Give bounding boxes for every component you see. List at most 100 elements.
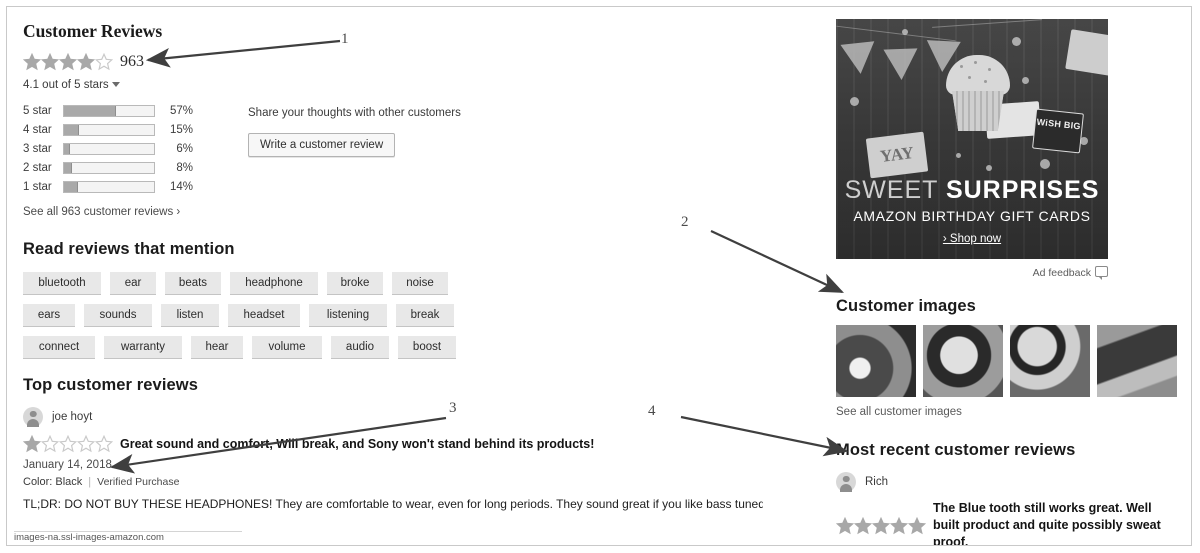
- speech-bubble-icon: [1095, 266, 1108, 280]
- ad-shop-now-link[interactable]: › Shop now: [836, 233, 1108, 245]
- mention-tag-row: bluetooth ear beats headphone broke noise: [23, 272, 823, 295]
- mention-tag[interactable]: warranty: [104, 336, 182, 359]
- mention-tag[interactable]: beats: [165, 272, 221, 295]
- recent-review-row[interactable]: The Blue tooth still works great. Well b…: [836, 500, 1181, 545]
- advertisement-banner[interactable]: WiSH BIG YAY SWEET SURPRISES AMAZON BIRT…: [836, 19, 1108, 259]
- histogram-bar-fill: [64, 106, 117, 116]
- customer-images-strip: [836, 325, 1181, 397]
- rating-summary-dropdown[interactable]: 4.1 out of 5 stars: [23, 79, 823, 91]
- ad-text-block: SWEET SURPRISES AMAZON BIRTHDAY GIFT CAR…: [836, 176, 1108, 245]
- sidebar-column: WiSH BIG YAY SWEET SURPRISES AMAZON BIRT…: [836, 19, 1181, 545]
- histogram-bar-fill: [64, 182, 78, 192]
- review-count[interactable]: 963: [120, 53, 144, 71]
- customer-image-thumbnail[interactable]: [923, 325, 1003, 397]
- ad-subhead: AMAZON BIRTHDAY GIFT CARDS: [853, 208, 1091, 224]
- histogram-label[interactable]: 3 star: [23, 143, 63, 155]
- overall-rating[interactable]: 963: [23, 51, 823, 73]
- review-author-row[interactable]: joe hoyt: [23, 407, 823, 427]
- histogram-bar-track[interactable]: [63, 162, 155, 174]
- mention-tag[interactable]: boost: [398, 336, 456, 359]
- page-title: Customer Reviews: [23, 21, 163, 41]
- status-bar-url: images-na.ssl-images-amazon.com: [14, 531, 242, 545]
- recent-reviews-heading: Most recent customer reviews: [836, 441, 1076, 459]
- histogram-row[interactable]: 4 star 15%: [23, 121, 201, 139]
- histogram-percent[interactable]: 15%: [155, 124, 193, 136]
- mention-tag[interactable]: headphone: [230, 272, 318, 295]
- histogram-percent[interactable]: 6%: [155, 143, 193, 155]
- review-date: January 14, 2018: [23, 459, 112, 471]
- histogram-row[interactable]: 1 star 14%: [23, 178, 201, 196]
- star-icon: [908, 516, 926, 534]
- histogram-percent[interactable]: 8%: [155, 162, 193, 174]
- star-icon: [836, 516, 854, 534]
- share-thoughts-box: Share your thoughts with other customers…: [248, 107, 508, 157]
- see-all-customer-images-link[interactable]: See all customer images: [836, 406, 1181, 418]
- mention-tag[interactable]: ear: [110, 272, 156, 295]
- top-reviews-heading: Top customer reviews: [23, 376, 199, 394]
- mention-tag[interactable]: connect: [23, 336, 95, 359]
- customer-image-thumbnail[interactable]: [1097, 325, 1177, 397]
- histogram-percent[interactable]: 57%: [155, 105, 193, 117]
- mention-tag[interactable]: bluetooth: [23, 272, 101, 295]
- recent-review-author-name[interactable]: Rich: [865, 476, 888, 488]
- histogram-label[interactable]: 4 star: [23, 124, 63, 136]
- page-frame: Customer Reviews 963 4.1 out of 5 stars …: [6, 6, 1192, 546]
- see-all-reviews-link[interactable]: See all 963 customer reviews ›: [23, 206, 823, 218]
- recent-review-star-rating-icon[interactable]: [836, 516, 926, 535]
- mention-tag[interactable]: headset: [228, 304, 300, 327]
- histogram-bar-track[interactable]: [63, 105, 155, 117]
- star-icon: [872, 516, 890, 534]
- ad-feedback-link[interactable]: Ad feedback: [836, 266, 1108, 280]
- mention-tag[interactable]: volume: [252, 336, 322, 359]
- mention-tag-row: connect warranty hear volume audio boost: [23, 336, 823, 359]
- histogram-bar-track[interactable]: [63, 124, 155, 136]
- mention-tag[interactable]: listening: [309, 304, 387, 327]
- histogram-row[interactable]: 3 star 6%: [23, 140, 201, 158]
- customer-image-thumbnail[interactable]: [1010, 325, 1090, 397]
- histogram-label[interactable]: 5 star: [23, 105, 63, 117]
- ad-feedback-label: Ad feedback: [1032, 267, 1091, 279]
- gift-card-wish-big-label: WiSH BIG: [1036, 116, 1082, 132]
- histogram-percent[interactable]: 14%: [155, 181, 193, 193]
- star-icon: [41, 435, 59, 453]
- ad-headline: SWEET SURPRISES: [844, 176, 1100, 204]
- mention-tag[interactable]: ears: [23, 304, 75, 327]
- mention-tag[interactable]: break: [396, 304, 454, 327]
- recent-review-text[interactable]: The Blue tooth still works great. Well b…: [933, 500, 1181, 545]
- mentions-heading: Read reviews that mention: [23, 240, 235, 258]
- review-author-name[interactable]: joe hoyt: [52, 411, 92, 423]
- star-icon: [23, 53, 41, 71]
- mention-tag[interactable]: noise: [392, 272, 448, 295]
- star-icon: [890, 516, 908, 534]
- reviews-column: Customer Reviews 963 4.1 out of 5 stars …: [23, 21, 823, 511]
- gift-card-wish-big: WiSH BIG: [1032, 108, 1084, 154]
- bunting-flag-icon: [883, 48, 919, 81]
- share-prompt: Share your thoughts with other customers: [248, 107, 461, 119]
- gift-card-icon: [1065, 29, 1108, 77]
- star-icon: [77, 435, 95, 453]
- recent-review-author-row[interactable]: Rich: [836, 472, 1181, 492]
- histogram-label[interactable]: 1 star: [23, 181, 63, 193]
- histogram-row[interactable]: 5 star 57%: [23, 102, 201, 120]
- review-title-row[interactable]: Great sound and comfort, Will break, and…: [23, 435, 823, 453]
- mention-tag[interactable]: hear: [191, 336, 243, 359]
- write-a-customer-review-button[interactable]: Write a customer review: [248, 133, 396, 157]
- histogram-bar-track[interactable]: [63, 143, 155, 155]
- verified-purchase-badge: Verified Purchase: [97, 476, 180, 488]
- mention-tag[interactable]: listen: [161, 304, 219, 327]
- mention-tag[interactable]: broke: [327, 272, 383, 295]
- star-icon: [23, 435, 41, 453]
- mention-tag[interactable]: sounds: [84, 304, 152, 327]
- review-star-rating-icon[interactable]: [23, 435, 113, 453]
- review-title[interactable]: Great sound and comfort, Will break, and…: [120, 437, 594, 451]
- mention-tag-row: ears sounds listen headset listening break: [23, 304, 823, 327]
- histogram-label[interactable]: 2 star: [23, 162, 63, 174]
- histogram-bar-track[interactable]: [63, 181, 155, 193]
- mention-tag[interactable]: audio: [331, 336, 389, 359]
- review-body: TL;DR: DO NOT BUY THESE HEADPHONES! They…: [23, 497, 763, 511]
- histogram-row[interactable]: 2 star 8%: [23, 159, 201, 177]
- star-icon: [77, 53, 95, 71]
- customer-image-thumbnail[interactable]: [836, 325, 916, 397]
- overall-star-rating-icon[interactable]: [23, 53, 113, 71]
- gift-card-yay-label: YAY: [879, 143, 915, 166]
